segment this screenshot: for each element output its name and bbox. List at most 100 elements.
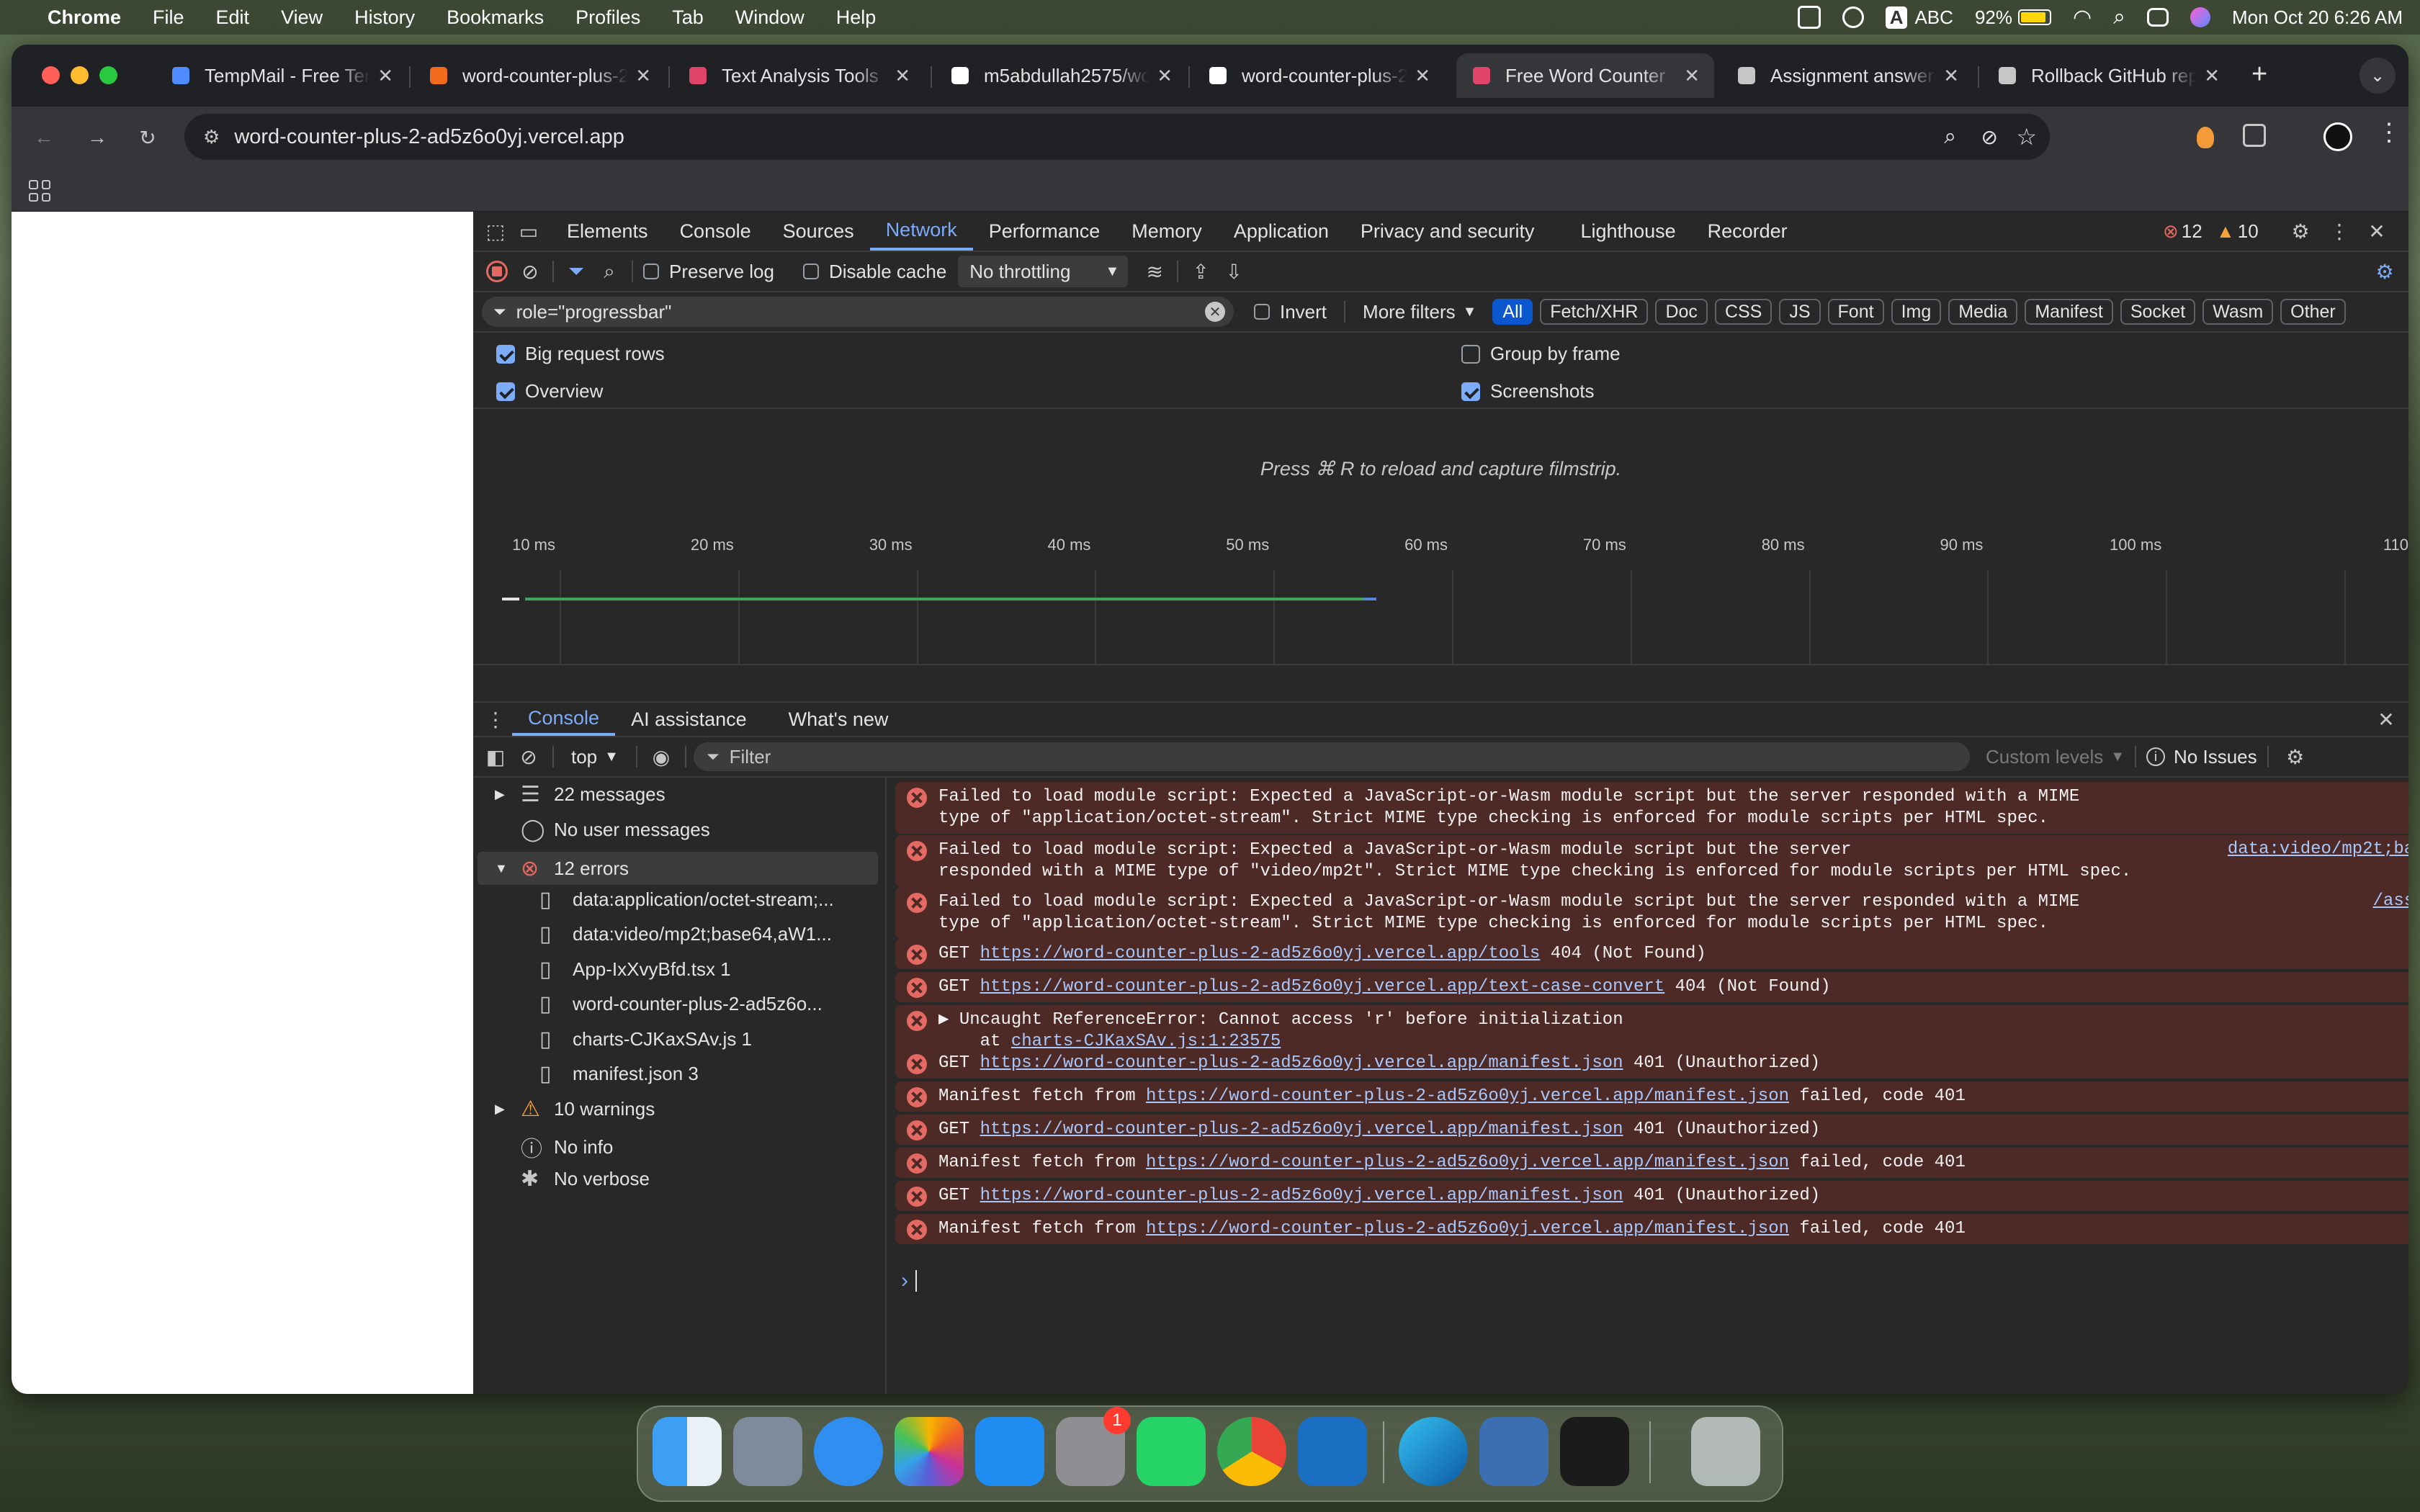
record-stop-icon[interactable]	[480, 255, 514, 288]
eye-off-icon[interactable]: ⊘	[1981, 125, 1998, 149]
big-request-rows-checkbox[interactable]: Big request rows	[496, 343, 665, 365]
profile-avatar[interactable]	[2323, 122, 2352, 151]
caret-down-icon[interactable]: ▼	[495, 861, 521, 876]
reload-button[interactable]: ↻	[131, 121, 164, 154]
clear-icon[interactable]: ⊘	[514, 255, 547, 288]
tab-4[interactable]: m5abdullah2575/word ✕	[935, 53, 1187, 98]
export-har-icon[interactable]: ⇩	[1217, 255, 1250, 288]
tab-5[interactable]: word-counter-plus-2 ✕	[1193, 53, 1445, 98]
filter-chip-other[interactable]: Other	[2280, 299, 2346, 325]
issues-counter[interactable]: i No Issues	[2146, 746, 2257, 768]
network-overview[interactable]: 10 ms 20 ms 30 ms 40 ms 50 ms 60 ms 70 ms 80 ms…	[473, 531, 2408, 665]
dock-edge-icon[interactable]	[1399, 1417, 1468, 1486]
clock[interactable]: Mon Oct 20 6:26 AM	[2232, 6, 2403, 29]
console-error-message[interactable]: Failed to load module script: Expected a…	[895, 782, 2408, 834]
dock-photos-icon[interactable]	[895, 1417, 964, 1486]
console-sidebar-item[interactable]: ▶ ⚠ 10 warnings	[495, 1097, 655, 1122]
menu-item-edit[interactable]: Edit	[200, 6, 266, 29]
dock-app-store-icon[interactable]	[975, 1417, 1044, 1486]
close-window-button[interactable]	[42, 66, 60, 84]
filter-chip-fetch-xhr[interactable]: Fetch/XHR	[1540, 299, 1649, 325]
overview-checkbox[interactable]: Overview	[496, 380, 603, 402]
clear-console-icon[interactable]: ⊘	[512, 740, 545, 773]
console-sidebar-item[interactable]: ✱ No verbose	[495, 1166, 650, 1192]
screenshots-checkbox[interactable]: Screenshots	[1461, 380, 1595, 402]
live-expression-eye-icon[interactable]: ◉	[645, 740, 678, 773]
dock-launchpad-icon[interactable]	[733, 1417, 802, 1486]
error-url-link[interactable]: https://word-counter-plus-2-ad5z6o0yj.ve…	[1146, 1153, 1789, 1172]
tab-close-icon[interactable]: ✕	[1684, 65, 1700, 87]
drawer-tab-ai-assistance[interactable]: AI assistance	[615, 703, 763, 736]
drawer-menu-icon[interactable]: ⋮	[479, 703, 512, 736]
network-settings-icon[interactable]: ⚙	[2368, 255, 2401, 288]
close-drawer-icon[interactable]: ✕	[2370, 703, 2403, 736]
siri-icon[interactable]	[2190, 7, 2210, 27]
filter-chip-socket[interactable]: Socket	[2120, 299, 2196, 325]
console-sidebar-item[interactable]: ◯ No user messages	[495, 817, 710, 842]
disable-cache-checkbox[interactable]: Disable cache	[802, 261, 946, 283]
settings-gear-icon[interactable]: ⚙	[2284, 215, 2317, 248]
console-sidebar-item[interactable]: ▯ manifest.json 3	[539, 1061, 699, 1086]
tab-close-icon[interactable]: ✕	[377, 65, 393, 87]
context-selector[interactable]: top ▼	[571, 746, 619, 768]
new-tab-button[interactable]: +	[2251, 59, 2267, 90]
screen-capture-icon[interactable]	[1797, 6, 1821, 29]
tab-1[interactable]: TempMail - Free Temp ✕	[156, 53, 408, 98]
devtools-tab-elements[interactable]: Elements	[551, 212, 664, 251]
inspect-element-icon[interactable]: ⬚	[479, 215, 512, 248]
more-options-icon[interactable]: ⋮	[2323, 215, 2356, 248]
menu-item-bookmarks[interactable]: Bookmarks	[431, 6, 560, 29]
apps-grid-icon[interactable]	[29, 180, 50, 202]
devtools-tab-lighthouse[interactable]: Lighthouse	[1565, 212, 1692, 251]
tab-close-icon[interactable]: ✕	[635, 65, 651, 87]
tab-close-icon[interactable]: ✕	[895, 65, 910, 87]
extension-icon[interactable]	[2197, 127, 2214, 148]
console-error-message[interactable]: Failed to load module script: Expected a…	[895, 887, 2408, 939]
error-url-link[interactable]: https://word-counter-plus-2-ad5z6o0yj.ve…	[980, 1053, 1623, 1073]
menu-item-profiles[interactable]: Profiles	[560, 6, 656, 29]
filter-input[interactable]: ⏷ role="progressbar" ✕	[482, 297, 1234, 327]
control-center-icon[interactable]	[2146, 8, 2169, 27]
focus-icon[interactable]	[1842, 6, 1864, 28]
console-sidebar-item[interactable]: ▯ data:application/octet-stream;...	[539, 887, 834, 912]
error-source-link[interactable]: /assets/App-IxXvyBfd.tsx:1	[2359, 887, 2408, 911]
filter-chip-doc[interactable]: Doc	[1655, 299, 1708, 325]
devtools-tab-application[interactable]: Application	[1218, 212, 1345, 251]
error-url-link[interactable]: https://word-counter-plus-2-ad5z6o0yj.ve…	[1146, 1086, 1789, 1106]
console-settings-icon[interactable]: ⚙	[2279, 740, 2312, 773]
device-toolbar-icon[interactable]: ▭	[512, 215, 545, 248]
menu-item-chrome[interactable]: Chrome	[32, 6, 137, 29]
tab-3[interactable]: Text Analysis Tools ✕	[673, 53, 925, 98]
devtools-tab-console[interactable]: Console	[664, 212, 767, 251]
error-url-link[interactable]: https://word-counter-plus-2-ad5z6o0yj.ve…	[1146, 1219, 1789, 1238]
dock-terminal-icon[interactable]	[1560, 1417, 1629, 1486]
console-sidebar-item[interactable]: ▶ ☰ 22 messages	[495, 782, 666, 807]
battery-status[interactable]: 92%	[1975, 6, 2051, 29]
devtools-tab-performance[interactable]: Performance	[973, 212, 1116, 251]
input-source-icon[interactable]: A ABC	[1885, 6, 1953, 29]
tab-8[interactable]: Rollback GitHub repo ✕	[1982, 53, 2234, 98]
menu-item-help[interactable]: Help	[820, 6, 892, 29]
console-error-message[interactable]: Manifest fetch from https://word-counter…	[895, 1214, 2408, 1244]
page-viewport[interactable]	[12, 212, 473, 1394]
filter-chip-js[interactable]: JS	[1779, 299, 1821, 325]
error-count-badge[interactable]: ⊗ 12	[2163, 220, 2202, 243]
console-prompt[interactable]: ›	[901, 1269, 917, 1293]
menu-item-file[interactable]: File	[137, 6, 200, 29]
more-filters-dropdown[interactable]: More filters ▼	[1363, 301, 1476, 323]
console-sidebar-item[interactable]: ▼ ⊗ 12 errors	[478, 852, 878, 885]
tab-2[interactable]: word-counter-plus-2 ✕	[413, 53, 666, 98]
throttling-select[interactable]: No throttling ▼	[958, 256, 1129, 287]
console-error-message[interactable]: GET https://word-counter-plus-2-ad5z6o0y…	[895, 1115, 2408, 1145]
console-error-message[interactable]: Manifest fetch from https://word-counter…	[895, 1148, 2408, 1178]
menu-item-view[interactable]: View	[265, 6, 339, 29]
tab-close-icon[interactable]: ✕	[1415, 65, 1430, 87]
dock-whatsapp-icon[interactable]	[1137, 1417, 1206, 1486]
warning-count-badge[interactable]: ▲ 10	[2216, 220, 2259, 243]
caret-right-icon[interactable]: ▶	[495, 1102, 521, 1117]
spotlight-icon[interactable]: ⌕	[2113, 5, 2125, 30]
console-filter-input[interactable]: ⏷ Filter	[693, 742, 1970, 771]
devtools-tab-memory[interactable]: Memory	[1116, 212, 1218, 251]
minimize-window-button[interactable]	[71, 66, 89, 84]
address-bar[interactable]: ⚙ word-counter-plus-2-ad5z6o0yj.vercel.a…	[184, 114, 2050, 160]
